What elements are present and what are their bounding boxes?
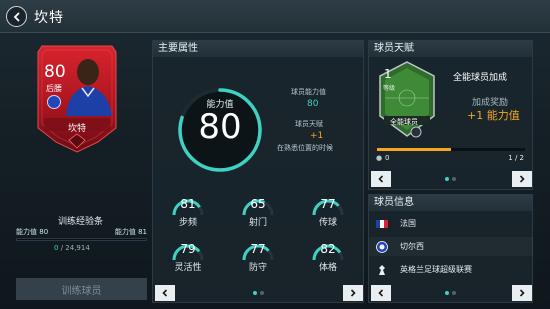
talent-note: 在熟悉位置的时候 [277,144,333,152]
stat-value: 81 [180,197,196,211]
attributes-title: 主要属性 [153,41,363,57]
page-dot [452,291,456,295]
attributes-panel: 主要属性 能力值 80 球员能力值 80 球员天赋 +1 在熟悉位置的时候 81… [152,40,364,303]
talent-progress-fill [377,148,451,151]
player-rating-value: 80 [307,99,319,109]
talent-next-button[interactable] [512,171,532,187]
next-level-value: 81 [138,228,147,236]
talent-bonus-title: 全能球员加成 [453,73,508,83]
france-flag-icon [375,219,389,228]
player-rating-label: 球员能力值 [291,88,326,96]
top-bar: 坎特 [0,0,550,33]
talent-reward-value: +1 能力值 [467,109,520,122]
info-title: 球员信息 [369,195,532,211]
page-dot [253,291,257,295]
chevron-left-icon [377,289,385,297]
info-club-row: 切尔西 [369,237,533,256]
stat-name: 步频 [178,218,197,228]
stat-value: 77 [320,197,336,211]
stat-value: 65 [250,197,266,211]
page-dot [452,177,456,181]
card-name: 坎特 [67,124,86,134]
info-league-row: 英格兰足球超级联赛 [369,260,533,279]
chevron-left-icon [377,175,385,183]
page-title: 坎特 [34,10,64,26]
talent-badge-label: 全能球员 [390,118,418,126]
talent-level-label: 等级 [383,85,396,92]
page-dot [445,291,449,295]
overall-value: 80 [198,107,242,147]
player-info-panel: 球员信息 法国 切尔西 英格兰足球超级联赛 [368,194,533,303]
stat-value: 77 [250,242,266,256]
attributes-page-dots [253,291,264,295]
exp-total: / 24,914 [60,244,90,252]
stat-name: 传球 [318,218,337,228]
league-logo-icon [375,264,389,276]
drop-icon: ● [376,154,383,162]
card-position: 后腰 [46,84,62,93]
training-exp-label: 训练经验条 [58,217,104,227]
next-level-label: 能力值 [114,228,136,236]
current-level-label: 能力值 [16,228,37,236]
info-page-dots [445,291,456,295]
info-club: 切尔西 [400,242,424,251]
info-prev-button[interactable] [371,285,391,301]
talent-title: 球员天赋 [369,41,532,57]
talent-value: +1 [310,131,324,141]
stat-name: 防守 [248,263,267,273]
club-crest-icon [375,240,389,253]
chevron-right-icon [349,289,357,297]
talent-progress-left: 0 [385,154,390,162]
card-rating: 80 [44,62,66,82]
player-card[interactable]: 80 后腰 坎特 [36,44,118,154]
talent-progress-right: 1 / 2 [508,154,524,162]
club-crest-icon [47,95,61,109]
stat-value: 82 [320,242,336,256]
info-next-button[interactable] [512,285,532,301]
talent-panel: 球员天赋 1 等级 全能球员 全能球员加成 加成奖励 +1 能力值 ● 0 1 … [368,40,533,190]
talent-prev-button[interactable] [371,171,391,187]
talent-page-dots [445,177,456,181]
exp-count: 0 / 24,914 [54,244,90,252]
stat-value: 79 [180,242,196,256]
talent-level-num: 1 [384,67,392,81]
chevron-right-icon [518,289,526,297]
exp-current: 0 [54,244,59,252]
talent-label: 球员天赋 [295,120,323,128]
train-player-button[interactable]: 训练球员 [16,278,147,300]
stat-name: 体格 [318,263,337,273]
current-level-value: 80 [39,228,49,236]
attributes-prev-button[interactable] [155,285,175,301]
talent-progress-track [377,148,525,151]
info-nation-row: 法国 [369,214,533,233]
chevron-right-icon [518,175,526,183]
stat-name: 灵活性 [174,263,202,273]
stat-name: 射门 [248,218,267,228]
info-league: 英格兰足球超级联赛 [400,265,472,274]
page-dot [260,291,264,295]
chevron-left-icon [161,289,169,297]
info-nation: 法国 [400,219,416,228]
attributes-next-button[interactable] [343,285,363,301]
back-button[interactable] [6,6,27,27]
chevron-left-icon [12,12,22,22]
page-dot [445,177,449,181]
exp-progress-track [16,238,147,241]
